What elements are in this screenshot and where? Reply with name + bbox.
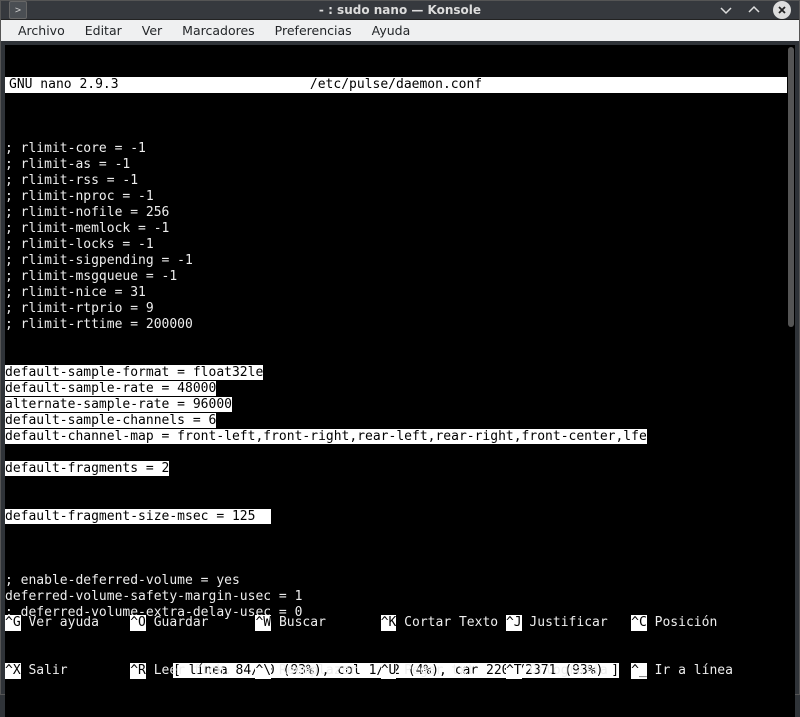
shortcut-desc: Leer fich. bbox=[146, 663, 256, 679]
shortcut: ^K Cortar Texto bbox=[381, 615, 506, 631]
shortcut-desc: Justificar bbox=[522, 615, 632, 631]
konsole-window: > - : sudo nano — Konsole Archivo Editar… bbox=[0, 0, 800, 695]
terminal[interactable]: GNU nano 2.9.3 /etc/pulse/daemon.conf ; … bbox=[5, 45, 787, 717]
menubar: Archivo Editar Ver Marcadores Preferenci… bbox=[1, 20, 799, 41]
editor-cursor-line: default-fragment-size-msec = 125 bbox=[5, 509, 787, 525]
menu-archivo[interactable]: Archivo bbox=[9, 20, 74, 41]
shortcut-key: ^J bbox=[506, 615, 522, 631]
shortcut-key: ^\ bbox=[255, 663, 271, 679]
menu-ayuda[interactable]: Ayuda bbox=[363, 20, 420, 41]
menu-ver[interactable]: Ver bbox=[133, 20, 171, 41]
editor-content-top: ; rlimit-core = -1 ; rlimit-as = -1 ; rl… bbox=[5, 125, 787, 333]
terminal-scrollbar[interactable] bbox=[787, 45, 795, 717]
minimize-button[interactable] bbox=[717, 1, 735, 19]
close-button[interactable] bbox=[773, 1, 791, 19]
shortcut-desc: Reemplazar bbox=[271, 663, 381, 679]
shortcut-desc: Ortografía bbox=[522, 663, 632, 679]
shortcut-key: ^U bbox=[381, 663, 397, 679]
shortcut-key: ^R bbox=[130, 663, 146, 679]
shortcut-desc: Buscar bbox=[271, 615, 381, 631]
menu-editar[interactable]: Editar bbox=[76, 20, 131, 41]
shortcut-desc: Guardar bbox=[146, 615, 256, 631]
nano-app-name: GNU nano 2.9.3 bbox=[5, 77, 119, 93]
scrollbar-thumb[interactable] bbox=[788, 47, 794, 327]
shortcut-key: ^O bbox=[130, 615, 146, 631]
menu-preferencias[interactable]: Preferencias bbox=[266, 20, 361, 41]
shortcut: ^\ Reemplazar bbox=[255, 663, 380, 679]
shortcut-key: ^C bbox=[631, 615, 647, 631]
shortcut: ^_ Ir a línea bbox=[631, 663, 756, 679]
shortcut: ^T Ortografía bbox=[506, 663, 631, 679]
shortcut: ^R Leer fich. bbox=[130, 663, 255, 679]
shortcut-desc: Cortar Texto bbox=[396, 615, 506, 631]
shortcut-key: ^K bbox=[381, 615, 397, 631]
menu-marcadores[interactable]: Marcadores bbox=[173, 20, 264, 41]
shortcut-desc: Salir bbox=[21, 663, 131, 679]
shortcut-key: ^_ bbox=[631, 663, 647, 679]
window-title: - : sudo nano — Konsole bbox=[0, 3, 800, 17]
shortcut-key: ^W bbox=[255, 615, 271, 631]
titlebar[interactable]: > - : sudo nano — Konsole bbox=[1, 1, 799, 20]
app-icon: > bbox=[9, 1, 27, 19]
shortcut: ^C Posición bbox=[631, 615, 756, 631]
shortcut: ^W Buscar bbox=[255, 615, 380, 631]
editor-content-selected: default-sample-format = float32le defaul… bbox=[5, 365, 787, 477]
maximize-button[interactable] bbox=[745, 1, 763, 19]
nano-header: GNU nano 2.9.3 /etc/pulse/daemon.conf bbox=[5, 77, 787, 93]
nano-shortcut-bar: ^G Ver ayuda ^O Guardar ^W Buscar ^K Cor… bbox=[5, 583, 787, 711]
shortcut-key: ^X bbox=[5, 663, 21, 679]
shortcut: ^O Guardar bbox=[130, 615, 255, 631]
shortcut-key: ^T bbox=[506, 663, 522, 679]
shortcut-desc: Ver ayuda bbox=[21, 615, 131, 631]
shortcut-desc: Pegar txt bbox=[396, 663, 506, 679]
shortcut: ^G Ver ayuda bbox=[5, 615, 130, 631]
shortcut-desc: Ir a línea bbox=[647, 663, 757, 679]
shortcut: ^U Pegar txt bbox=[381, 663, 506, 679]
nano-file-path: /etc/pulse/daemon.conf bbox=[5, 77, 787, 93]
shortcut-key: ^G bbox=[5, 615, 21, 631]
terminal-area: GNU nano 2.9.3 /etc/pulse/daemon.conf ; … bbox=[5, 45, 795, 717]
shortcut-desc: Posición bbox=[647, 615, 757, 631]
shortcut: ^X Salir bbox=[5, 663, 130, 679]
shortcut: ^J Justificar bbox=[506, 615, 631, 631]
